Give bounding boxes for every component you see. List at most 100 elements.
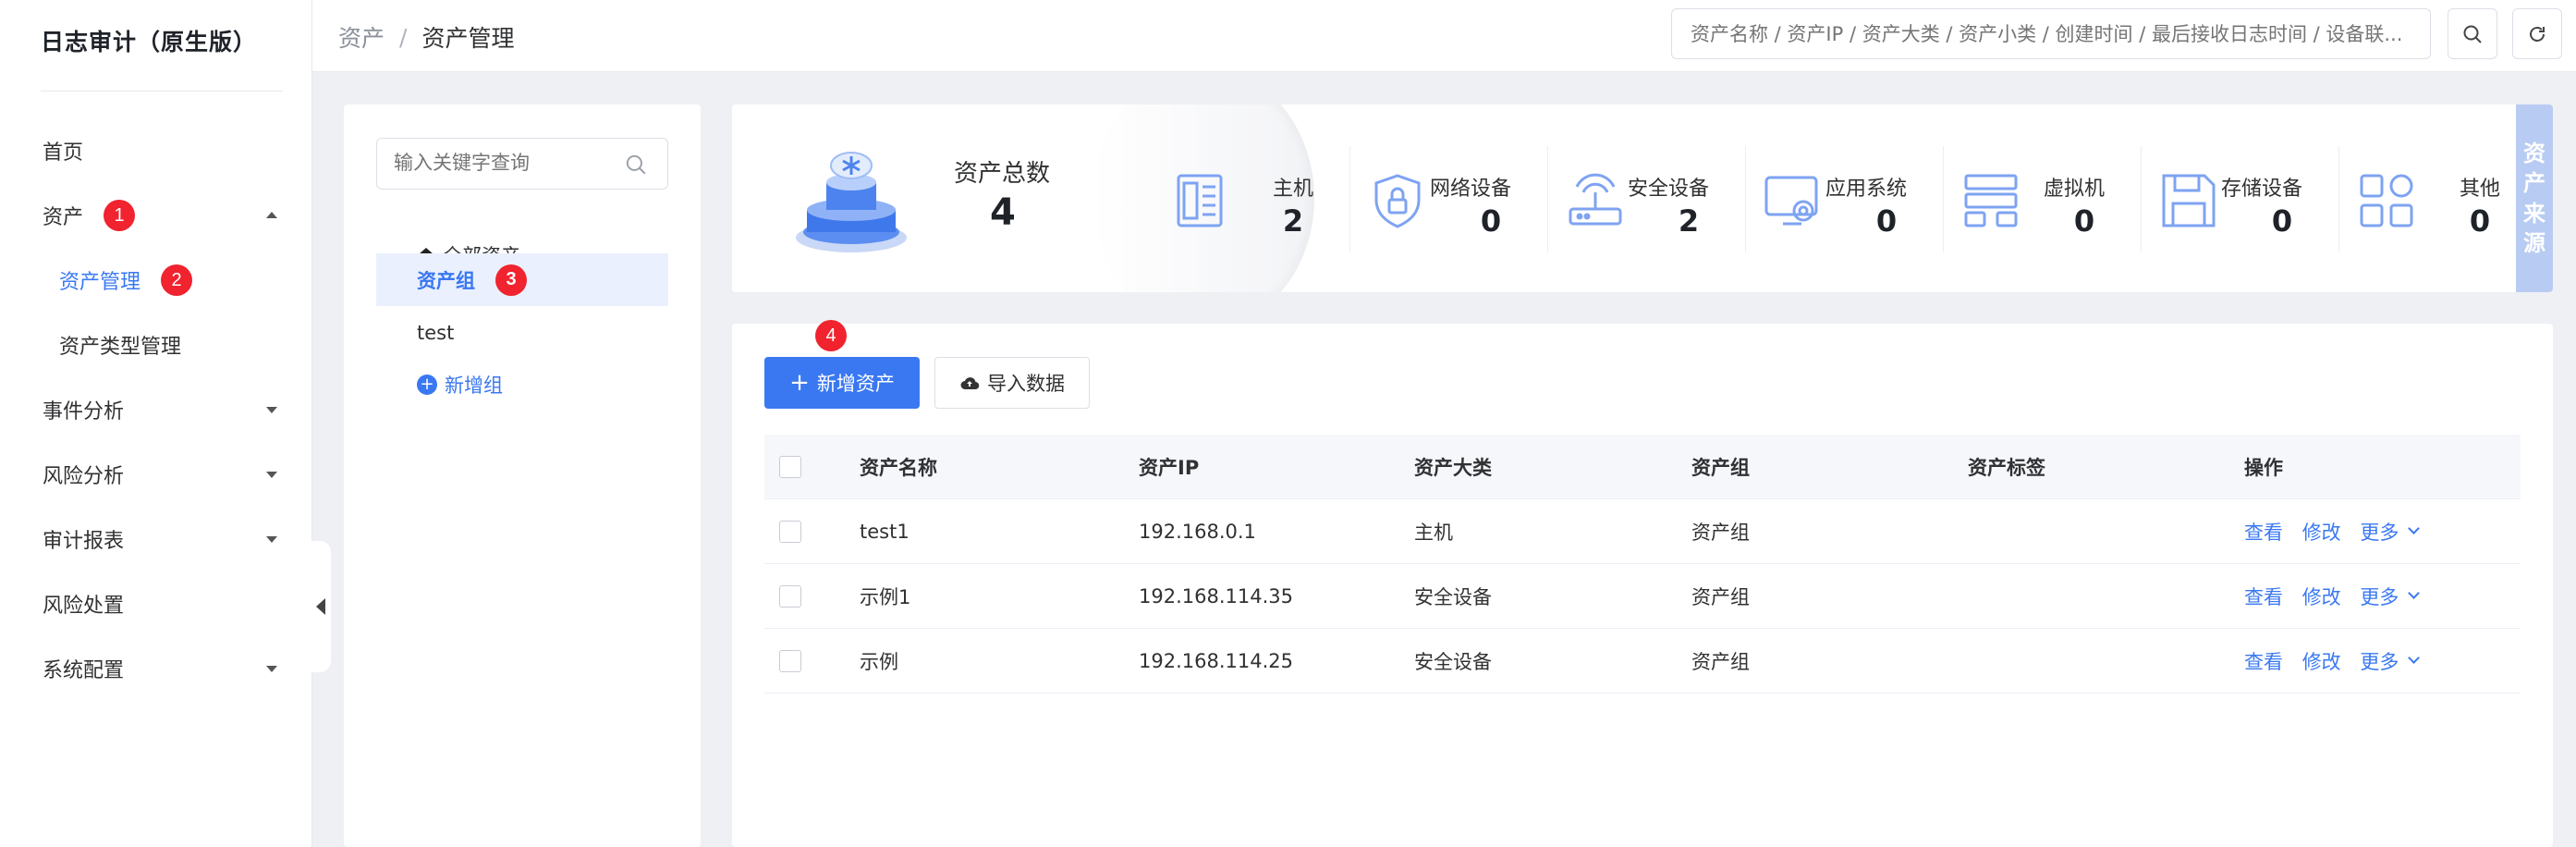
import-data-button[interactable]: 导入数据 [934,357,1090,409]
column-header[interactable]: 资产大类 [1414,453,1691,481]
cell-asset-name: test1 [860,520,910,543]
sidebar-item-assets[interactable]: 资产 1 [0,183,312,248]
cell-asset-group: 资产组 [1691,521,1750,544]
cell-asset-category: 安全设备 [1414,585,1492,608]
cell-asset-ip: 192.168.0.1 [1139,520,1256,543]
view-link[interactable]: 查看 [2244,647,2283,675]
sidebar-collapse-handle[interactable] [311,541,331,672]
sidebar-item-risk-analysis[interactable]: 风险分析 [0,442,312,507]
table-row: test1 192.168.0.1 主机 资产组 查看 修改 更多 [764,499,2521,564]
stat-other[interactable]: 其他 0 [2339,137,2537,260]
sidebar-item-label: 风险分析 [43,465,125,488]
host-icon [1177,174,1223,227]
chevron-down-icon [266,666,277,672]
asset-total-value: 4 [990,191,1016,234]
chevron-down-icon [2408,522,2421,534]
cell-actions: 查看 修改 更多 [2244,583,2512,610]
sidebar-item-asset-type-management[interactable]: 资产类型管理 [0,313,312,377]
stat-value: 2 [1678,203,1700,239]
global-search-input[interactable] [1671,8,2431,59]
add-group-button[interactable]: + 新增组 [376,358,668,411]
import-data-label: 导入数据 [987,373,1065,395]
row-checkbox[interactable] [779,584,801,608]
sidebar-item-audit-report[interactable]: 审计报表 [0,507,312,571]
breadcrumb: 资产 / 资产管理 [338,20,514,54]
stat-label: 主机 [1272,178,1313,201]
column-header: 操作 [2244,456,2283,479]
sidebar-item-risk-handling[interactable]: 风险处置 [0,571,312,636]
search-icon [2463,25,2482,43]
chevron-down-icon [2408,652,2421,664]
sidebar-item-label: 首页 [43,141,84,165]
plus-circle-icon: + [417,374,437,395]
tree-item-test[interactable]: test [376,306,668,359]
more-dropdown[interactable]: 更多 [2360,518,2421,546]
cell-asset-group: 资产组 [1691,650,1750,673]
stat-label: 存储设备 [2220,178,2302,201]
cloud-upload-icon [960,377,980,390]
view-link[interactable]: 查看 [2244,583,2283,610]
asset-database-illustration-icon [796,152,907,252]
asset-source-tab[interactable]: 资 产 来 源 [2516,104,2553,292]
source-tab-char: 源 [2523,229,2545,256]
tree-item-asset-group[interactable]: 资产组 3 [376,253,668,306]
refresh-button[interactable] [2512,8,2562,59]
sidebar-item-label: 风险处置 [43,595,125,618]
cell-actions: 查看 修改 更多 [2244,518,2512,546]
stat-network-device[interactable]: 网络设备 0 [1350,137,1548,260]
edit-link[interactable]: 修改 [2302,518,2341,546]
row-checkbox[interactable] [779,649,801,672]
breadcrumb-parent[interactable]: 资产 [338,20,385,54]
add-asset-button[interactable]: + 新增资产 [764,357,920,409]
asset-table: 资产名称 资产IP 资产大类 资产组 资产标签 操作 test1 192.168… [764,435,2521,694]
stat-value: 0 [2271,203,2293,239]
chevron-down-icon [266,472,277,478]
sidebar-divider [41,91,283,92]
search-icon[interactable] [624,153,648,177]
sidebar: 日志审计（原生版） 首页 资产 1 资产管理 2 资产类型管理 事件分析 风险分… [0,0,312,847]
stat-value: 0 [1480,203,1502,239]
sidebar-item-home[interactable]: 首页 [0,118,312,183]
cell-asset-ip: 192.168.114.35 [1139,584,1293,608]
breadcrumb-separator: / [399,23,408,51]
sidebar-item-label: 审计报表 [43,530,125,553]
add-asset-label: 新增资产 [816,373,895,395]
stat-label: 虚拟机 [2043,178,2105,201]
edit-link[interactable]: 修改 [2302,583,2341,610]
chevron-left-icon [316,598,325,615]
storage-icon [2162,174,2216,227]
sidebar-item-system-config[interactable]: 系统配置 [0,636,312,701]
cell-asset-ip: 192.168.114.25 [1139,649,1293,672]
column-header[interactable]: 资产名称 [860,453,1139,481]
edit-link[interactable]: 修改 [2302,647,2341,675]
more-dropdown[interactable]: 更多 [2360,647,2421,675]
more-dropdown[interactable]: 更多 [2360,583,2421,610]
other-icon [2360,174,2413,227]
stat-label: 应用系统 [1825,178,1907,201]
cell-actions: 查看 修改 更多 [2244,647,2512,675]
step-badge: 1 [104,200,136,231]
stat-storage[interactable]: 存储设备 0 [2142,137,2339,260]
top-bar: 资产 / 资产管理 [312,0,2576,72]
row-checkbox[interactable] [779,520,801,543]
step-badge: 3 [495,264,527,296]
sidebar-item-event-analysis[interactable]: 事件分析 [0,377,312,442]
stat-label: 安全设备 [1627,178,1709,201]
breadcrumb-current: 资产管理 [421,25,515,52]
sidebar-item-asset-management[interactable]: 资产管理 2 [0,248,312,313]
stat-vm[interactable]: 虚拟机 0 [1944,137,2142,260]
stat-security-device[interactable]: 安全设备 2 [1548,137,1746,260]
sidebar-item-label: 资产类型管理 [59,336,182,359]
view-link[interactable]: 查看 [2244,518,2283,546]
column-header[interactable]: 资产组 [1691,453,1968,481]
step-badge: 4 [815,320,847,351]
more-label: 更多 [2360,521,2399,544]
stat-app-system[interactable]: 应用系统 0 [1746,137,1944,260]
column-header[interactable]: 资产IP [1139,453,1414,481]
stat-host[interactable]: 主机 2 [1153,137,1350,260]
select-all-checkbox[interactable] [779,455,801,478]
search-button[interactable] [2448,8,2497,59]
network-device-icon [1374,174,1421,228]
column-header[interactable]: 资产标签 [1968,453,2244,481]
asset-list-card: 4 + 新增资产 导入数据 资产名称 资产IP 资产大类 资产组 资产标签 操作… [732,320,2553,847]
